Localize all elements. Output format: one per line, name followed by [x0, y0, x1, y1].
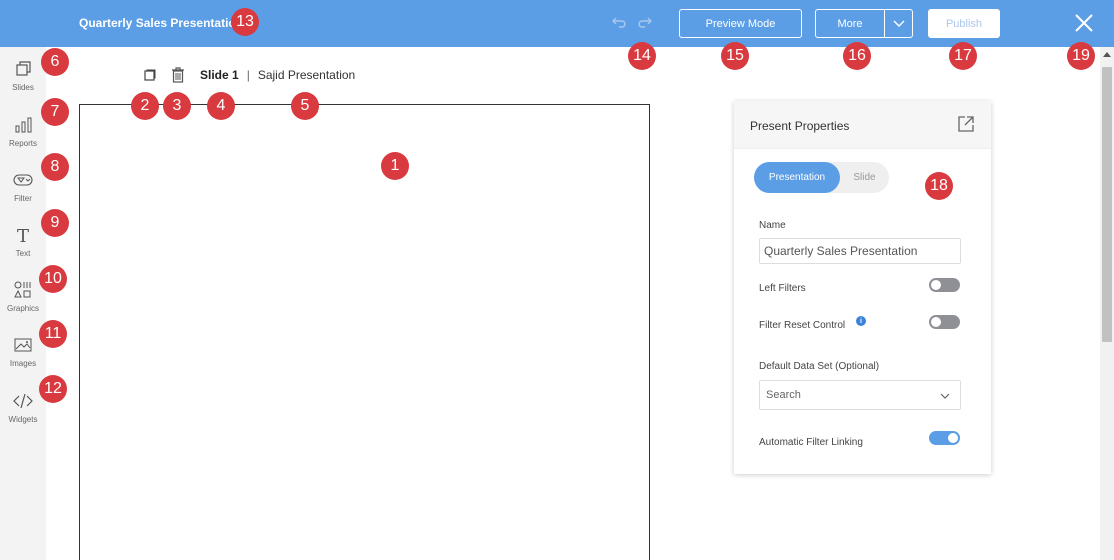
tab-slide[interactable]: Slide	[840, 162, 889, 193]
sidebar-item-slides[interactable]: Slides	[0, 55, 46, 105]
slide-name: Slide 1	[200, 68, 239, 82]
annotation-marker: 18	[925, 172, 953, 200]
presentation-name[interactable]: Sajid Presentation	[258, 68, 355, 82]
separator: |	[246, 68, 250, 82]
more-dropdown-button[interactable]	[884, 9, 913, 38]
bar-chart-icon	[15, 117, 32, 133]
workspace: Slide 1 | Sajid Presentation Present Pro…	[46, 47, 1100, 560]
dataset-label: Default Data Set (Optional)	[759, 361, 880, 372]
annotation-marker: 14	[628, 42, 656, 70]
auto-filter-linking-toggle[interactable]	[929, 431, 960, 445]
panel-title: Present Properties	[750, 119, 850, 133]
sidebar-item-label: Filter	[14, 194, 32, 203]
annotation-marker: 8	[41, 153, 69, 181]
sidebar-item-label: Reports	[8, 139, 37, 148]
redo-icon[interactable]	[636, 13, 654, 31]
undo-icon[interactable]	[610, 13, 628, 31]
popout-icon[interactable]	[957, 115, 975, 133]
present-properties-panel: Present Properties Presentation Slide Na…	[734, 101, 991, 474]
svg-text:T: T	[17, 226, 29, 245]
annotation-marker: 6	[41, 48, 69, 76]
text-icon: T	[17, 226, 29, 245]
undo-redo-group	[610, 13, 654, 31]
annotation-marker: 5	[291, 92, 319, 120]
annotation-marker: 17	[949, 42, 977, 70]
slide-canvas[interactable]	[79, 104, 650, 560]
scroll-thumb[interactable]	[1102, 67, 1112, 342]
annotation-marker: 9	[41, 209, 69, 237]
property-tabs: Presentation Slide	[754, 162, 889, 193]
sidebar-item-label: Widgets	[8, 415, 38, 424]
annotation-marker: 12	[39, 375, 67, 403]
tab-presentation[interactable]: Presentation	[754, 162, 840, 193]
vertical-scrollbar[interactable]	[1100, 47, 1114, 560]
filter-reset-toggle[interactable]	[929, 315, 960, 329]
annotation-marker: 1	[381, 152, 409, 180]
annotation-marker: 2	[131, 92, 159, 120]
annotation-marker: 15	[721, 42, 749, 70]
annotation-marker: 13	[231, 8, 259, 36]
sidebar-item-widgets[interactable]: Widgets	[0, 387, 46, 437]
shapes-icon	[14, 281, 31, 298]
dataset-placeholder: Search	[766, 389, 801, 401]
annotation-marker: 7	[41, 98, 69, 126]
filter-reset-label: Filter Reset Control	[759, 320, 846, 331]
trash-icon	[172, 67, 184, 83]
panel-header: Present Properties	[734, 101, 991, 149]
toggle-knob	[931, 317, 941, 327]
sidebar-item-label: Slides	[12, 83, 34, 92]
preview-mode-button[interactable]: Preview Mode	[679, 9, 802, 38]
sidebar-item-text[interactable]: T Text	[0, 221, 46, 271]
image-icon	[14, 338, 32, 352]
left-filters-label: Left Filters	[759, 283, 806, 294]
toggle-knob	[948, 433, 958, 443]
duplicate-slide-button[interactable]	[142, 67, 158, 83]
slide-toolbar: Slide 1 | Sajid Presentation	[142, 67, 355, 83]
info-icon[interactable]: i	[856, 316, 866, 326]
sidebar-item-reports[interactable]: Reports	[0, 111, 46, 161]
sidebar-item-label: Graphics	[6, 304, 39, 313]
annotation-marker: 10	[39, 265, 67, 293]
sidebar-item-label: Images	[9, 359, 37, 368]
copy-icon	[144, 69, 156, 81]
dataset-search-select[interactable]: Search	[759, 380, 961, 410]
annotation-marker: 3	[163, 92, 191, 120]
delete-slide-button[interactable]	[170, 67, 186, 83]
name-label: Name	[759, 220, 786, 231]
sidebar-item-filter[interactable]: Filter	[0, 166, 46, 216]
filter-icon	[13, 174, 33, 186]
annotation-marker: 19	[1067, 42, 1095, 70]
more-button[interactable]: More	[815, 9, 885, 38]
annotation-marker: 11	[39, 320, 67, 348]
chevron-down-icon	[893, 20, 904, 27]
presentation-title: Quarterly Sales Presentation	[79, 16, 244, 30]
scroll-up-arrow-icon[interactable]	[1103, 52, 1111, 57]
close-icon[interactable]	[1073, 12, 1095, 34]
name-input[interactable]: Quarterly Sales Presentation	[759, 238, 961, 264]
slides-icon	[16, 61, 31, 76]
chevron-down-icon	[940, 393, 950, 399]
code-icon	[13, 393, 33, 409]
left-filters-toggle[interactable]	[929, 278, 960, 292]
sidebar-item-label: Text	[15, 249, 31, 258]
left-sidebar: Slides Reports Filter T Text Graphics Im…	[0, 47, 46, 560]
toggle-knob	[931, 280, 941, 290]
annotation-marker: 16	[843, 42, 871, 70]
publish-button[interactable]: Publish	[928, 9, 1000, 38]
annotation-marker: 4	[207, 92, 235, 120]
top-bar: Quarterly Sales Presentation Preview Mod…	[0, 0, 1114, 47]
auto-filter-linking-label: Automatic Filter Linking	[759, 437, 863, 448]
